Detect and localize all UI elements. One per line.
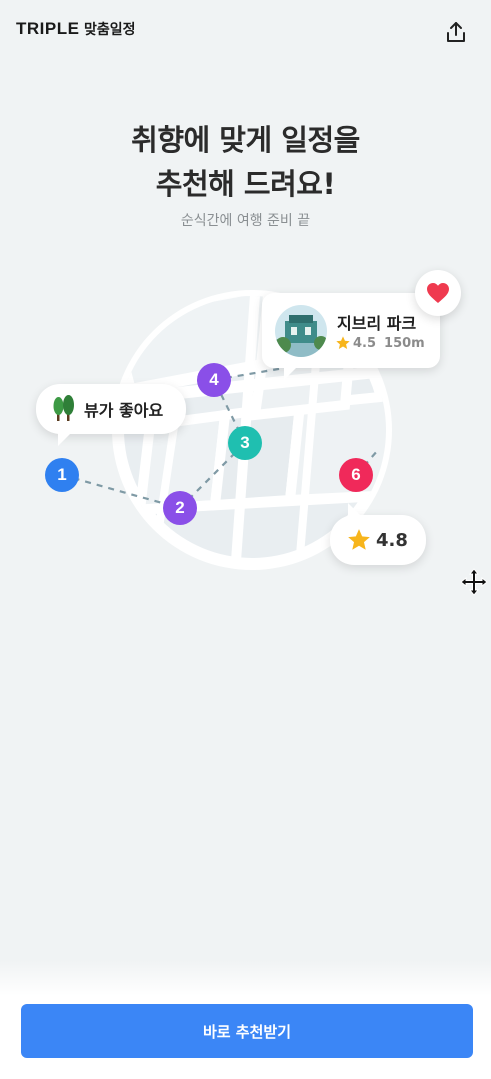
star-icon [348, 529, 370, 550]
title-line-2: 추천해 드려요! [155, 167, 336, 201]
route-pin-6: 6 [339, 458, 373, 492]
view-bubble-label: 뷰가 좋아요 [84, 401, 164, 420]
place-rating: 4.5 [353, 335, 377, 351]
tree-icon [53, 395, 74, 421]
route-pin-label: 4 [209, 370, 219, 389]
title-line-1: 취향에 맞게 일정을 [131, 123, 360, 157]
route-pin-label: 6 [351, 465, 361, 484]
rating-bubble-value: 4.8 [376, 529, 408, 551]
route-pin-label: 1 [57, 465, 67, 484]
top-bar: TRIPLE 맞춤일정 [0, 0, 491, 60]
view-bubble: 뷰가 좋아요 [36, 384, 186, 446]
place-name: 지브리 파크 [337, 314, 417, 333]
place-distance: 150m [384, 335, 425, 351]
share-upload-icon [447, 22, 465, 42]
place-thumbnail [275, 305, 327, 357]
heart-icon [427, 283, 449, 303]
brand-logo: TRIPLE [16, 19, 80, 38]
route-pin-2: 2 [163, 491, 197, 525]
route-pin-label: 3 [240, 433, 250, 452]
route-pin-4: 4 [197, 363, 231, 397]
favorite-button[interactable] [415, 270, 461, 316]
route-pin-3: 3 [228, 426, 262, 460]
share-button[interactable] [438, 14, 474, 50]
place-meta: 4.5 150m [335, 335, 425, 351]
star-icon [336, 336, 350, 349]
rating-bubble: 4.8 [330, 503, 426, 565]
brand-subtitle: 맞춤일정 [84, 22, 136, 38]
place-card: 지브리 파크 4.5 150m [262, 293, 440, 380]
route-pin-1: 1 [45, 458, 79, 492]
route-pin-label: 2 [175, 498, 185, 517]
move-cursor-icon [460, 568, 488, 596]
page-title: 취향에 맞게 일정을 추천해 드려요! [0, 118, 491, 206]
page-subtitle: 순식간에 여행 준비 끝 [180, 213, 311, 229]
get-recommendation-button[interactable]: 바로 추천받기 [21, 1004, 473, 1058]
